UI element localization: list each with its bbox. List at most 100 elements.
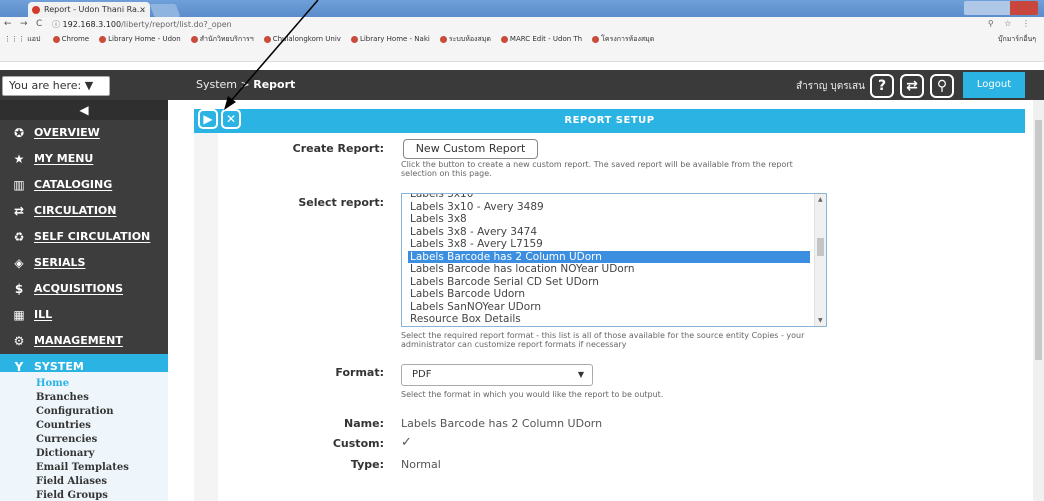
caret-down-icon: ▼ — [84, 79, 94, 92]
sidebar-item-label: MY MENU — [34, 152, 94, 165]
browser-tabbar: Report - Udon Thani Ra... × — [0, 0, 1044, 17]
sidebar-item-serials[interactable]: ◈ SERIALS — [0, 250, 168, 276]
new-tab-button[interactable] — [149, 4, 181, 17]
submenu-item[interactable]: Home — [36, 378, 69, 390]
compass-icon: ✪ — [13, 126, 25, 140]
back-icon[interactable]: ← — [4, 19, 12, 29]
bookmark-item[interactable]: สำนักวิทยบริการฯ — [190, 34, 254, 45]
sidebar-item-label: ACQUISITIONS — [34, 282, 124, 295]
sidebar-item-overview[interactable]: ✪ OVERVIEW — [0, 120, 168, 146]
report-option[interactable]: Resource Box Details — [410, 313, 810, 325]
sidebar-item-label: SERIALS — [34, 256, 86, 269]
tab-close-icon[interactable]: × — [139, 2, 146, 17]
report-option[interactable]: Labels 3x10 — [410, 194, 810, 200]
run-report-icon[interactable]: ▶ — [198, 109, 218, 129]
help-icon[interactable]: ? — [870, 74, 894, 98]
new-custom-report-button[interactable]: New Custom Report — [403, 139, 538, 159]
report-listbox[interactable]: Labels 3x10 Labels 3x10 - Avery 3489 Label… — [401, 193, 827, 327]
window-close-icon[interactable] — [1010, 1, 1038, 15]
sidebar-item-ill[interactable]: ▦ ILL — [0, 302, 168, 328]
bookmark-item[interactable]: Chulalongkorn Univ — [263, 35, 341, 43]
type-value: Normal — [401, 458, 441, 471]
sidebar-item-cataloging[interactable]: ▥ CATALOGING — [0, 172, 168, 198]
star-icon: ★ — [13, 152, 25, 166]
report-option[interactable]: Labels Barcode has location NOYear UDorn — [410, 263, 810, 275]
search-icon[interactable]: ⚲ — [930, 74, 954, 98]
sidebar-item-label: MANAGEMENT — [34, 334, 123, 347]
format-select[interactable]: PDF ▼ — [401, 364, 593, 386]
bank-icon: ▦ — [13, 308, 25, 322]
bookmark-icon — [52, 35, 60, 43]
sidebar-item-self-circulation[interactable]: ♻ SELF CIRCULATION — [0, 224, 168, 250]
report-option[interactable]: Labels 3x10 - Avery 3489 — [410, 201, 810, 213]
submenu-item[interactable]: Currencies — [36, 434, 97, 446]
format-help: Select the format in which you would lik… — [401, 390, 664, 399]
submenu-item[interactable]: Configuration — [36, 406, 114, 418]
sidebar-item-label: OVERVIEW — [34, 126, 100, 139]
bookmark-item[interactable]: Library Home - Udon — [99, 35, 181, 43]
collapse-sidebar-icon[interactable]: ◀ — [0, 100, 168, 120]
select-report-label: Select report: — [298, 196, 384, 209]
url-field[interactable]: ⓘ 192.168.3.100/liberty/report/list.do?_… — [52, 18, 952, 31]
report-option[interactable]: Labels Barcode has 2 Column UDorn — [408, 250, 810, 263]
sidebar-item-label: ILL — [34, 308, 53, 321]
submenu-item[interactable]: Email Templates — [36, 462, 129, 474]
bookmark-item[interactable]: ระบบห้องสมุด — [439, 34, 491, 45]
window-controls[interactable] — [964, 1, 1038, 15]
submenu-item[interactable]: Field Aliases — [36, 476, 107, 488]
bookmarks-bar: ⋮⋮⋮ แอป Chrome Library Home - Udon สำนักวิ… — [0, 32, 1044, 62]
tab-title: Report - Udon Thani Ra... — [44, 5, 145, 14]
select-report-help: Select the required report format - this… — [401, 331, 805, 349]
bookmark-icon — [99, 35, 107, 43]
logout-button[interactable]: Logout — [963, 72, 1025, 98]
format-label: Format: — [335, 366, 384, 379]
sidebar-item-label: CATALOGING — [34, 178, 113, 191]
create-report-label: Create Report: — [292, 142, 384, 155]
sidebar-item-my-menu[interactable]: ★ MY MENU — [0, 146, 168, 172]
browser-tab[interactable]: Report - Udon Thani Ra... × — [28, 2, 150, 17]
report-setup-title: REPORT SETUP — [564, 115, 655, 126]
sidebar-item-management[interactable]: ⚙ MANAGEMENT — [0, 328, 168, 354]
apps-bookmark[interactable]: ⋮⋮⋮ แอป — [4, 34, 40, 45]
bookmark-icon — [263, 35, 271, 43]
breadcrumb: System > Report — [196, 78, 296, 91]
switch-icon[interactable]: ⇄ — [900, 74, 924, 98]
submenu-item[interactable]: Branches — [36, 392, 89, 404]
bookmark-icon — [500, 35, 508, 43]
report-option[interactable]: Labels Barcode Serial CD Set UDorn — [410, 276, 810, 288]
you-are-here-dropdown[interactable]: You are here: ▼ — [2, 76, 110, 96]
caret-down-icon: ▼ — [577, 370, 584, 379]
dollar-icon: $ — [14, 282, 24, 296]
crumb-report: Report — [253, 78, 296, 91]
page-scrollbar[interactable] — [1033, 100, 1044, 501]
system-submenu: Home Branches Configuration Countries Curren… — [0, 372, 168, 501]
report-option[interactable]: Labels 3x8 - Avery L7159 — [410, 238, 810, 250]
sidebar-item-label: CIRCULATION — [34, 204, 117, 217]
close-icon[interactable]: ✕ — [221, 109, 241, 129]
check-icon: ✓ — [401, 435, 412, 450]
bookmark-item[interactable]: Chrome — [52, 35, 89, 43]
report-option[interactable]: Labels 3x8 — [410, 213, 810, 225]
report-option[interactable]: Labels 3x8 - Avery 3474 — [410, 226, 810, 238]
sidebar-item-circulation[interactable]: ⇄ CIRCULATION — [0, 198, 168, 224]
other-bookmarks[interactable]: บุ๊กมาร์กอื่นๆ — [998, 34, 1036, 45]
crumb-system[interactable]: System — [196, 78, 237, 91]
create-report-help: Click the button to create a new custom … — [401, 160, 793, 178]
bookmark-item[interactable]: Library Home - Naki — [350, 35, 430, 43]
listbox-scrollbar[interactable]: ▲ ▼ — [814, 194, 826, 326]
submenu-item[interactable]: Field Groups — [36, 490, 108, 501]
report-option[interactable]: Labels Barcode Udorn — [410, 288, 810, 300]
forward-icon[interactable]: → — [20, 19, 28, 29]
bookmark-item[interactable]: โครงการห้องสมุด — [592, 34, 654, 45]
user-name: สำราญ บุตรเสน — [796, 81, 865, 92]
submenu-item[interactable]: Dictionary — [36, 448, 94, 460]
zoom-icon[interactable]: ⚲ ☆ ⋮ — [988, 19, 1034, 28]
cogs-icon: ⚙ — [13, 334, 25, 348]
sidebar-item-acquisitions[interactable]: $ ACQUISITIONS — [0, 276, 168, 302]
report-option[interactable]: Labels SanNOYear UDorn — [410, 301, 810, 313]
reload-icon[interactable]: C — [36, 19, 42, 29]
submenu-item[interactable]: Countries — [36, 420, 91, 432]
bookmark-item[interactable]: MARC Edit - Udon Th — [500, 35, 582, 43]
bookmark-icon — [439, 35, 447, 43]
self-circ-icon: ♻ — [13, 230, 25, 244]
